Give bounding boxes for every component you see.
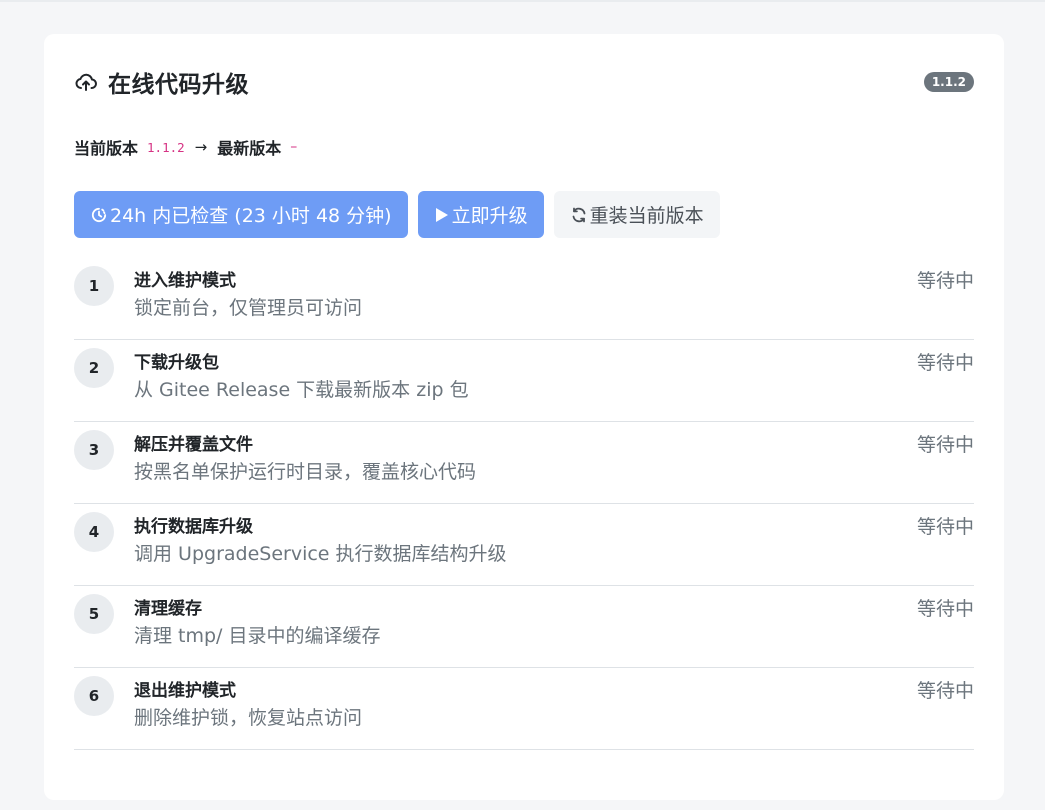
upgrade-now-button[interactable]: 立即升级	[417, 191, 544, 238]
step-number: 4	[74, 512, 114, 552]
page-title: 在线代码升级	[108, 72, 249, 98]
list-item: 4 执行数据库升级 调用 UpgradeService 执行数据库结构升级 等待…	[74, 504, 974, 586]
list-item: 5 清理缓存 清理 tmp/ 目录中的编译缓存 等待中	[74, 586, 974, 668]
current-version-value: 1.1.2	[147, 139, 185, 155]
list-item: 2 下载升级包 从 Gitee Release 下载最新版本 zip 包 等待中	[74, 340, 974, 422]
step-description: 清理 tmp/ 目录中的编译缓存	[134, 625, 381, 647]
action-bar: 24h 内已检查 (23 小时 48 分钟) 立即升级 重装当前版本	[74, 191, 720, 238]
top-divider	[0, 0, 1045, 2]
step-number: 2	[74, 348, 114, 388]
step-number: 3	[74, 430, 114, 470]
play-icon	[434, 206, 450, 224]
step-description: 锁定前台，仅管理员可访问	[134, 297, 363, 319]
check-update-label: 24h 内已检查 (23 小时 48 分钟)	[110, 205, 392, 227]
step-title: 执行数据库升级	[134, 517, 253, 537]
check-update-button[interactable]: 24h 内已检查 (23 小时 48 分钟)	[74, 191, 408, 238]
step-status: 等待中	[916, 434, 974, 456]
refresh-icon	[570, 206, 588, 224]
upgrade-steps-list: 1 进入维护模式 锁定前台，仅管理员可访问 等待中 2 下载升级包 从 Gite…	[74, 258, 974, 750]
step-title: 清理缓存	[134, 599, 202, 619]
step-description: 从 Gitee Release 下载最新版本 zip 包	[134, 379, 469, 401]
card-header: 在线代码升级 1.1.2	[74, 64, 974, 100]
list-item: 6 退出维护模式 删除维护锁，恢复站点访问 等待中	[74, 668, 974, 750]
list-item: 3 解压并覆盖文件 按黑名单保护运行时目录，覆盖核心代码 等待中	[74, 422, 974, 504]
version-badge: 1.1.2	[923, 72, 974, 92]
step-description: 删除维护锁，恢复站点访问	[134, 707, 363, 729]
step-title: 退出维护模式	[134, 681, 236, 701]
step-number: 1	[74, 266, 114, 306]
reinstall-label: 重装当前版本	[589, 205, 704, 227]
step-status: 等待中	[916, 516, 974, 538]
step-title: 解压并覆盖文件	[134, 435, 253, 455]
step-status: 等待中	[916, 352, 974, 374]
step-description: 调用 UpgradeService 执行数据库结构升级	[134, 543, 507, 565]
step-status: 等待中	[916, 680, 974, 702]
upgrade-now-label: 立即升级	[451, 205, 528, 227]
current-version-label: 当前版本	[74, 139, 139, 158]
arrow-right-icon: →	[194, 138, 208, 156]
cloud-upload-icon	[74, 70, 98, 94]
list-item: 1 进入维护模式 锁定前台，仅管理员可访问 等待中	[74, 258, 974, 340]
upgrade-card: 在线代码升级 1.1.2 当前版本 1.1.2 → 最新版本 – 24h 内已检…	[44, 34, 1004, 800]
latest-version-label: 最新版本	[217, 139, 282, 158]
step-description: 按黑名单保护运行时目录，覆盖核心代码	[134, 461, 477, 483]
step-status: 等待中	[916, 598, 974, 620]
reinstall-button[interactable]: 重装当前版本	[553, 191, 720, 238]
latest-version-value: –	[290, 139, 298, 155]
step-status: 等待中	[916, 270, 974, 292]
step-number: 5	[74, 594, 114, 634]
step-number: 6	[74, 676, 114, 716]
clock-icon	[90, 206, 108, 224]
step-title: 下载升级包	[134, 353, 219, 373]
step-title: 进入维护模式	[134, 271, 236, 291]
version-info: 当前版本 1.1.2 → 最新版本 –	[74, 136, 297, 158]
